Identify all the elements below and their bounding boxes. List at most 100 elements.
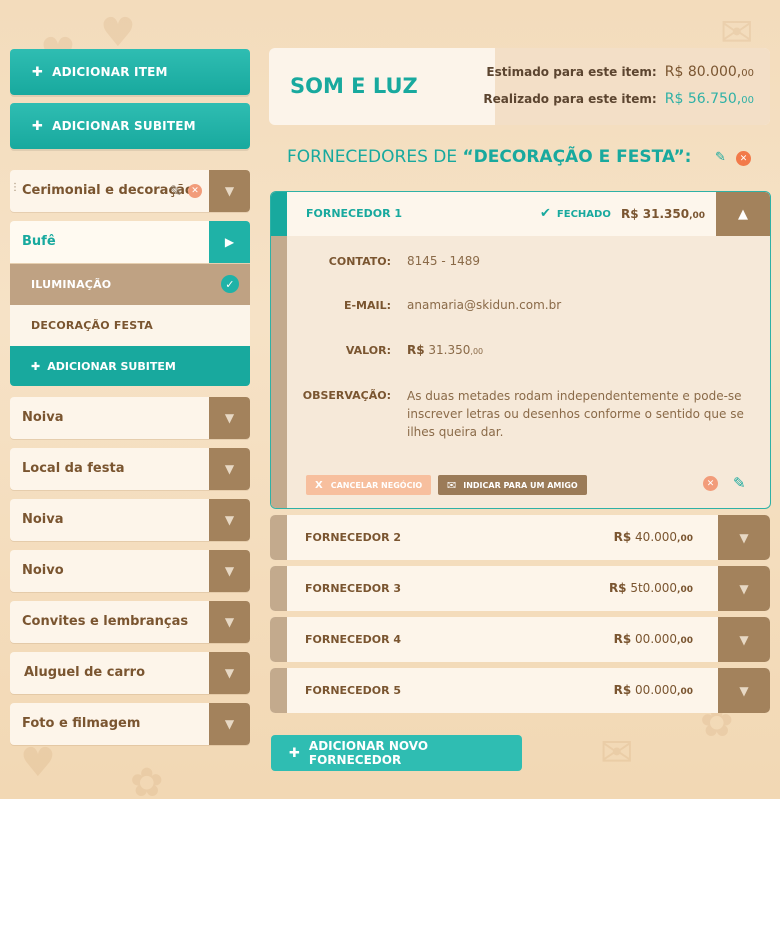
estimated-label: Estimado para este item: [486,65,657,79]
chevron-up-icon[interactable]: ▲ [716,192,770,236]
price-currency: R$ [613,632,632,646]
chevron-down-icon[interactable]: ▼ [209,499,250,541]
chevron-down-icon[interactable]: ▼ [718,566,770,611]
chevron-down-icon[interactable]: ▼ [209,601,250,643]
close-icon[interactable]: ✕ [188,184,202,198]
supplier-5-row[interactable]: FORNECEDOR 5 R$ 00.000,00 ▼ [270,668,770,713]
category-local-da-festa[interactable]: Local da festa ▼ [10,448,250,490]
plus-icon: ✚ [32,118,44,134]
add-subitem-button[interactable]: ✚ ADICIONAR SUBITEM [10,103,250,149]
supplier-1-header[interactable]: FORNECEDOR 1 ✔ FECHADO R$ 31.350,00 ▲ [287,192,770,236]
price-amount: 5t0.000 [626,581,678,595]
estimated-value: R$ 80.000,00 [665,64,754,80]
subitem-label: ILUMINAÇÃO [31,278,112,291]
contact-label: CONTATO: [328,255,391,268]
cancel-deal-button[interactable]: X CANCELAR NEGÓCIO [306,475,432,495]
supplier-1-panel: FORNECEDOR 1 ✔ FECHADO R$ 31.350,00 ▲ CON… [270,191,771,509]
value-amount: 31.350 [424,343,471,357]
supplier-price: R$ 5t0.000,00 [609,566,693,611]
category-bufe[interactable]: Bufê ▶ [10,221,250,263]
supplier-price: R$ 00.000,00 [614,668,693,713]
supplier-name: FORNECEDOR 3 [305,582,402,595]
add-new-supplier-label: ADICIONAR NOVO FORNECEDOR [308,739,429,767]
add-item-button[interactable]: ✚ ADICIONAR ITEM [10,49,250,95]
subitem-decoracao-festa[interactable]: DECORAÇÃO FESTA [10,305,250,346]
chevron-down-icon[interactable]: ▼ [718,617,770,662]
subitem-iluminacao[interactable]: ILUMINAÇÃO ✓ [10,264,250,305]
subitem-label: DECORAÇÃO FESTA [31,319,153,332]
supplier-side-bar [270,515,287,560]
section-title-category: “DECORAÇÃO E FESTA”: [462,147,692,167]
price-cents: ,00 [677,636,693,646]
supplier-4-row[interactable]: FORNECEDOR 4 R$ 00.000,00 ▼ [270,617,770,662]
chevron-down-icon[interactable]: ▼ [209,652,250,694]
supplier-price: R$ 31.350,00 [621,192,705,238]
add-subitem-label: ADICIONAR SUBITEM [52,119,196,133]
category-label: Foto e filmagem [22,716,141,731]
estimated-row: Estimado para este item: R$ 80.000,00 [486,64,754,91]
chevron-down-icon[interactable]: ▼ [209,397,250,439]
inline-add-subitem-button[interactable]: ✚ ADICIONAR SUBITEM [10,346,250,386]
close-icon[interactable]: ✕ [736,151,751,166]
item-header-card: SOM E LUZ Estimado para este item: R$ 80… [269,48,770,125]
category-noivo[interactable]: Noivo ▼ [10,550,250,592]
chevron-down-icon[interactable]: ▼ [718,668,770,713]
category-label: Convites e lembranças [22,614,189,629]
price-amount: 40.000 [631,530,678,544]
recommend-friend-label: INDICAR PARA UM AMIGO [463,480,578,490]
cancel-deal-label: CANCELAR NEGÓCIO [330,480,423,490]
envelope-decoration-icon: ✉ [600,730,634,776]
category-convites[interactable]: Convites e lembranças ▼ [10,601,250,643]
value-value: R$ 31.350,00 [407,343,483,357]
category-label: Noiva [22,410,64,425]
realized-amount: R$ 56.750, [664,91,742,107]
chevron-right-icon[interactable]: ▶ [209,221,250,263]
category-aluguel-de-carro[interactable]: Aluguel de carro ▼ [10,652,250,694]
supplier-2-row[interactable]: FORNECEDOR 2 R$ 40.000,00 ▼ [270,515,770,560]
supplier-3-row[interactable]: FORNECEDOR 3 R$ 5t0.000,00 ▼ [270,566,770,611]
category-label: Bufê [22,234,56,249]
chevron-down-icon[interactable]: ▼ [209,448,250,490]
pencil-icon[interactable]: ✎ [733,474,746,492]
price-cents: ,00 [677,534,693,544]
status-label: FECHADO [556,209,611,220]
price-amount: 00.000 [631,683,678,697]
price-cents: ,00 [677,687,693,697]
chevron-down-icon[interactable]: ▼ [209,170,250,212]
supplier-side-bar [270,668,287,713]
drag-handle-icon[interactable]: ⋮ [10,182,20,193]
add-new-supplier-button[interactable]: ✚ ADICIONAR NOVO FORNECEDOR [271,735,522,771]
category-label: Cerimonial e decoração [22,183,194,198]
section-title: FORNECEDORES DE “DECORAÇÃO E FESTA”: [287,147,691,167]
item-totals: Estimado para este item: R$ 80.000,00 Re… [483,48,770,125]
heart-decoration-icon: ♥ [20,740,56,786]
pencil-icon[interactable]: ✎ [169,182,182,200]
chevron-down-icon[interactable]: ▼ [718,515,770,560]
category-foto-filmagem[interactable]: Foto e filmagem ▼ [10,703,250,745]
supplier-name: FORNECEDOR 5 [305,684,402,697]
recommend-friend-button[interactable]: ✉ INDICAR PARA UM AMIGO [438,475,587,495]
chevron-down-icon[interactable]: ▼ [209,550,250,592]
item-title: SOM E LUZ [290,74,418,98]
email-value[interactable]: anamaria@skidun.com.br [407,298,561,312]
realized-value: R$ 56.750,00 [665,91,754,107]
plus-icon: ✚ [31,359,41,373]
close-icon[interactable]: ✕ [703,476,718,491]
estimated-cents: 00 [741,68,754,79]
price-amount: R$ 31.350 [621,207,690,221]
pencil-icon[interactable]: ✎ [715,150,726,165]
supplier-price: R$ 40.000,00 [614,515,693,560]
category-noiva[interactable]: Noiva ▼ [10,397,250,439]
section-title-prefix: FORNECEDORES DE [287,147,463,167]
value-currency: R$ [407,343,425,357]
plus-icon: ✚ [289,745,300,761]
chevron-down-icon[interactable]: ▼ [209,703,250,745]
price-cents: ,00 [677,585,693,595]
realized-label: Realizado para este item: [483,92,657,106]
realized-row: Realizado para este item: R$ 56.750,00 [483,91,754,118]
category-noiva-2[interactable]: Noiva ▼ [10,499,250,541]
estimated-amount: R$ 80.000, [664,64,742,80]
supplier-price: R$ 00.000,00 [614,617,693,662]
inline-add-subitem-label: ADICIONAR SUBITEM [47,359,176,373]
category-cerimonial[interactable]: ⋮ Cerimonial e decoração ✎ ✕ ▼ [10,170,250,212]
